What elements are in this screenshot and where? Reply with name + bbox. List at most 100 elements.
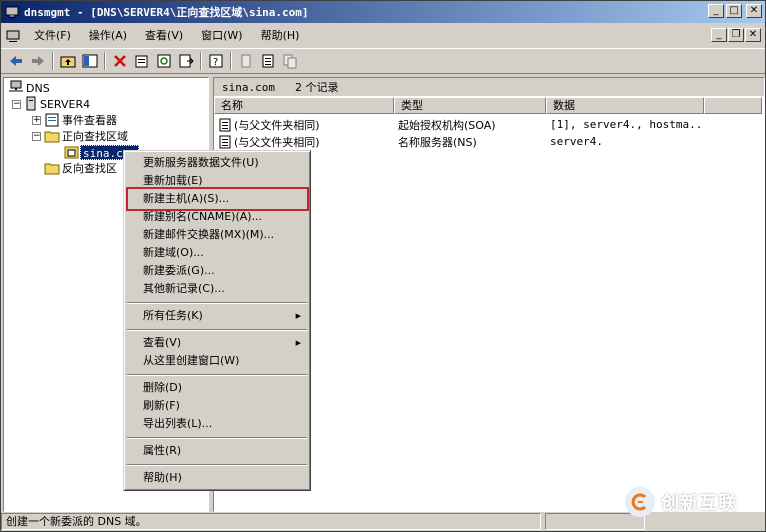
- menu-item-help[interactable]: 帮助(H): [127, 469, 307, 487]
- highlight-box: [126, 187, 309, 211]
- menu-item-new-window[interactable]: 从这里创建窗口(W): [127, 352, 307, 370]
- record-type: 名称服务器(NS): [398, 135, 477, 149]
- restore-icon: ❐: [731, 29, 741, 40]
- toolbar-separator: [52, 52, 54, 70]
- close-icon: ✕: [748, 29, 758, 40]
- menu-item-delete[interactable]: 删除(D): [127, 379, 307, 397]
- minimize-button[interactable]: _: [708, 4, 724, 18]
- new-record-icon: [262, 54, 274, 68]
- tree-node-dns[interactable]: DNS: [8, 80, 52, 96]
- menu-item-view[interactable]: 查看(V): [127, 334, 307, 352]
- column-header-row: 名称 类型 数据: [214, 97, 762, 115]
- record-count: 2 个记录: [294, 81, 339, 94]
- details-zone-name: sina.com: [222, 80, 275, 94]
- details-header: sina.com 2 个记录: [214, 78, 764, 96]
- folder-icon: [44, 163, 60, 175]
- folder-open-icon: [44, 131, 60, 143]
- maximize-icon: □: [729, 5, 739, 16]
- watermark-logo-icon: [625, 487, 655, 517]
- column-header-name[interactable]: 名称: [214, 97, 394, 114]
- record-button[interactable]: [235, 50, 257, 72]
- tree-label-forward-zones: 正向查找区域: [62, 129, 128, 143]
- column-header-data[interactable]: 数据: [546, 97, 704, 114]
- menu-file[interactable]: 文件(F): [25, 26, 80, 46]
- table-row[interactable]: (与父文件夹相同) 名称服务器(NS) server4.: [214, 133, 704, 150]
- collapse-toggle[interactable]: −: [12, 99, 21, 109]
- toolbar-separator: [200, 52, 202, 70]
- properties-icon: [135, 55, 148, 68]
- up-folder-icon: [60, 56, 76, 68]
- column-header-filler: [704, 97, 762, 114]
- tree-label-dns: DNS: [26, 81, 50, 95]
- copy-icon: [283, 54, 297, 69]
- delete-icon: [114, 55, 126, 67]
- help-button[interactable]: ?: [205, 50, 227, 72]
- menu-help[interactable]: 帮助(H): [252, 26, 309, 46]
- menu-item-new-delegation[interactable]: 新建委派(G)...: [127, 262, 307, 280]
- menu-window[interactable]: 窗口(W): [192, 26, 251, 46]
- menu-separator: [127, 437, 307, 439]
- export-icon: [179, 54, 194, 68]
- menu-item-properties[interactable]: 属性(R): [127, 442, 307, 460]
- record-name: (与父文件夹相同): [234, 118, 320, 132]
- menu-action[interactable]: 操作(A): [80, 26, 136, 46]
- close-icon: ✕: [749, 5, 759, 16]
- title-bar[interactable]: dnsmgmt - [DNS\SERVER4\正向查找区域\sina.com] …: [1, 1, 765, 23]
- show-hide-tree-icon: [82, 54, 98, 68]
- mdi-restore-button[interactable]: ❐: [728, 28, 744, 42]
- tree-node-reverse-zones[interactable]: 反向查找区: [44, 160, 119, 176]
- mdi-close-button[interactable]: ✕: [745, 28, 761, 42]
- menu-view[interactable]: 查看(V): [136, 26, 192, 46]
- menu-item-new-domain[interactable]: 新建域(O)...: [127, 244, 307, 262]
- export-button[interactable]: [175, 50, 197, 72]
- menu-separator: [127, 374, 307, 376]
- menu-item-other-records[interactable]: 其他新记录(C)...: [127, 280, 307, 298]
- tree-node-event-viewer[interactable]: + 事件查看器: [32, 112, 119, 128]
- tree-label-server: SERVER4: [40, 97, 91, 111]
- menu-separator: [127, 464, 307, 466]
- back-button[interactable]: [5, 50, 27, 72]
- forward-icon: [32, 56, 44, 66]
- menu-item-update-server-file[interactable]: 更新服务器数据文件(U): [127, 154, 307, 172]
- mdi-minimize-button[interactable]: _: [711, 28, 727, 42]
- watermark-text: 创新互联: [661, 493, 737, 514]
- record-type: 起始授权机构(SOA): [398, 118, 496, 132]
- forward-button[interactable]: [27, 50, 49, 72]
- record-icon: [219, 135, 231, 148]
- tree-label-reverse-zones: 反向查找区: [62, 161, 117, 175]
- refresh-icon: [157, 54, 171, 68]
- refresh-button[interactable]: [153, 50, 175, 72]
- menu-separator: [127, 329, 307, 331]
- tree-label-event-viewer: 事件查看器: [62, 113, 117, 127]
- delete-button[interactable]: [109, 50, 131, 72]
- minimize-icon: _: [716, 29, 722, 40]
- record-name: (与父文件夹相同): [234, 135, 320, 149]
- menu-item-export-list[interactable]: 导出列表(L)...: [127, 415, 307, 433]
- new-record-button[interactable]: [257, 50, 279, 72]
- copy-button[interactable]: [279, 50, 301, 72]
- console-icon[interactable]: [5, 28, 21, 44]
- up-level-button[interactable]: [57, 50, 79, 72]
- column-header-type[interactable]: 类型: [394, 97, 546, 114]
- tree-node-forward-zones[interactable]: − 正向查找区域: [32, 128, 130, 144]
- event-viewer-icon: [45, 113, 59, 127]
- menu-item-refresh[interactable]: 刷新(F): [127, 397, 307, 415]
- maximize-button[interactable]: □: [726, 4, 742, 18]
- menu-item-new-mx[interactable]: 新建邮件交换器(MX)(M)...: [127, 226, 307, 244]
- collapse-toggle[interactable]: −: [32, 131, 41, 141]
- menu-bar: 文件(F) 操作(A) 查看(V) 窗口(W) 帮助(H) _ ❐ ✕: [1, 25, 765, 47]
- zone-icon: [64, 146, 79, 159]
- properties-button[interactable]: [131, 50, 153, 72]
- cell-name: (与父文件夹相同): [214, 117, 394, 133]
- record-data: [1], server4., hostma...: [550, 118, 704, 131]
- menu-item-all-tasks[interactable]: 所有任务(K): [127, 307, 307, 325]
- help-icon: ?: [209, 54, 223, 68]
- close-button[interactable]: ✕: [746, 4, 762, 18]
- tree-node-server[interactable]: − SERVER4: [12, 96, 92, 112]
- toolbar-separator: [104, 52, 106, 70]
- mmc-window: dnsmgmt - [DNS\SERVER4\正向查找区域\sina.com] …: [0, 0, 766, 532]
- table-row[interactable]: (与父文件夹相同) 起始授权机构(SOA) [1], server4., hos…: [214, 116, 704, 133]
- menu-separator: [127, 302, 307, 304]
- show-hide-tree-button[interactable]: [79, 50, 101, 72]
- expand-toggle[interactable]: +: [32, 115, 41, 125]
